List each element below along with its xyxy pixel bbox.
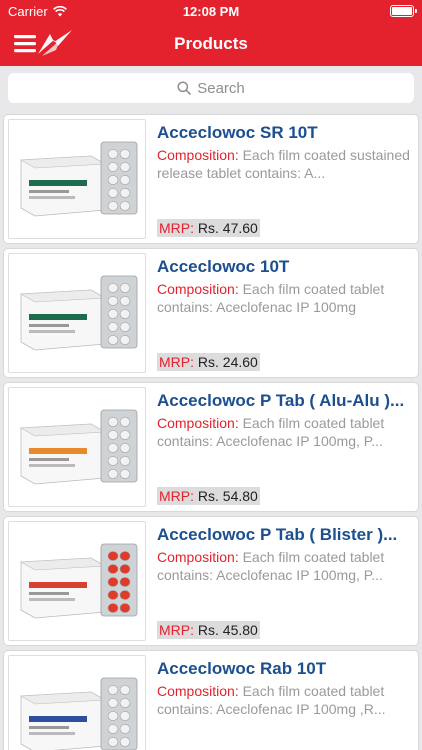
product-name: Acceclowoc 10T: [157, 257, 290, 276]
product-info: Acceclowoc P Tab ( Blister )... Compositi…: [157, 525, 412, 584]
mrp-value: Rs. 45.80: [194, 622, 258, 638]
product-mrp: MRP: Rs. 54.80: [157, 487, 260, 505]
product-info: Acceclowoc Rab 10T Composition: Each film…: [157, 659, 412, 718]
product-name: Acceclowoc P Tab ( Blister )...: [157, 525, 398, 544]
mrp-label: MRP:: [159, 488, 194, 504]
mrp-label: MRP:: [159, 622, 194, 638]
product-name: Acceclowoc P Tab ( Alu-Alu )...: [157, 391, 405, 410]
search-icon: [177, 81, 192, 95]
mrp-value: Rs. 54.80: [194, 488, 258, 504]
status-time: 12:08 PM: [182, 4, 240, 19]
product-name: Acceclowoc SR 10T: [157, 123, 318, 142]
product-mrp: MRP: Rs. 47.60: [157, 219, 260, 237]
status-bar: Carrier 12:08 PM: [0, 0, 422, 22]
product-composition: Composition: Each film coated sustained …: [157, 146, 412, 182]
product-image: [8, 655, 146, 750]
product-composition: Composition: Each film coated tablet con…: [157, 548, 412, 584]
composition-label: Composition:: [157, 281, 239, 297]
product-info: Acceclowoc P Tab ( Alu-Alu )... Compositi…: [157, 391, 412, 450]
product-composition: Composition: Each film coated tablet con…: [157, 280, 412, 316]
composition-label: Composition:: [157, 683, 239, 699]
product-info: Acceclowoc SR 10T Composition: Each film …: [157, 123, 412, 182]
composition-label: Composition:: [157, 549, 239, 565]
product-composition: Composition: Each film coated tablet con…: [157, 682, 412, 718]
product-image: [8, 521, 146, 641]
search-bar: Search: [0, 66, 422, 110]
app-header: Carrier 12:08 PM Products: [0, 0, 422, 66]
search-placeholder: Search: [197, 79, 245, 97]
product-image: [8, 253, 146, 373]
mrp-label: MRP:: [159, 220, 194, 236]
product-card[interactable]: Acceclowoc SR 10T Composition: Each film …: [3, 114, 419, 244]
product-image: [8, 387, 146, 507]
mrp-value: Rs. 24.60: [194, 354, 258, 370]
product-card[interactable]: Acceclowoc P Tab ( Blister )... Compositi…: [3, 516, 419, 646]
product-composition: Composition: Each film coated tablet con…: [157, 414, 412, 450]
product-mrp: MRP: Rs. 45.80: [157, 621, 260, 639]
composition-label: Composition:: [157, 415, 239, 431]
product-name: Acceclowoc Rab 10T: [157, 659, 327, 678]
search-input[interactable]: Search: [8, 73, 414, 103]
page-title: Products: [174, 34, 248, 53]
nav-bar: Products: [0, 22, 422, 66]
product-card[interactable]: Acceclowoc 10T Composition: Each film coa…: [3, 248, 419, 378]
product-info: Acceclowoc 10T Composition: Each film coa…: [157, 257, 412, 316]
product-card[interactable]: Acceclowoc Rab 10T Composition: Each film…: [3, 650, 419, 750]
product-image: [8, 119, 146, 239]
composition-label: Composition:: [157, 147, 239, 163]
battery-icon: [390, 5, 417, 17]
product-mrp: MRP: Rs. 24.60: [157, 353, 260, 371]
mrp-value: Rs. 47.60: [194, 220, 258, 236]
product-card[interactable]: Acceclowoc P Tab ( Alu-Alu )... Compositi…: [3, 382, 419, 512]
mrp-label: MRP:: [159, 354, 194, 370]
